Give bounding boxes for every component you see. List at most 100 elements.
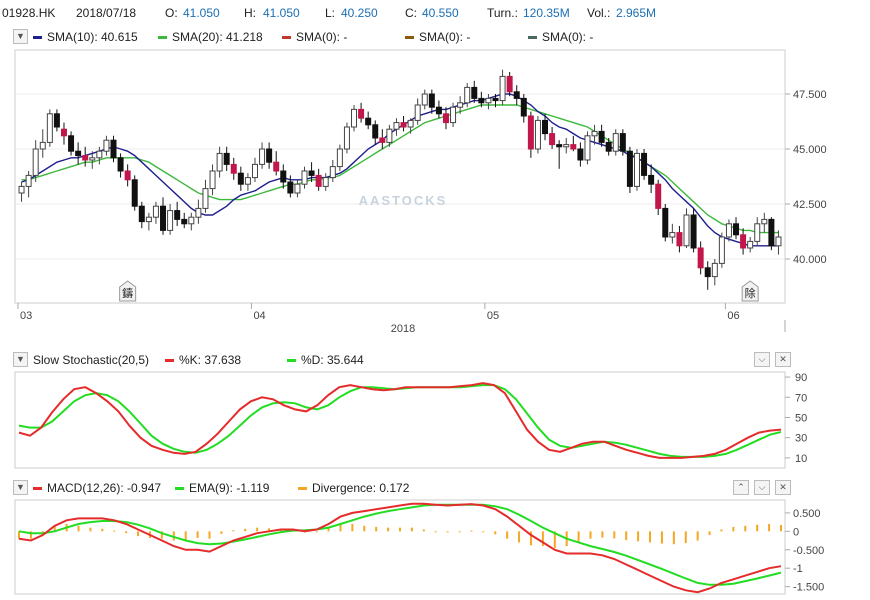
divergence-bar (351, 523, 354, 532)
candle-up (96, 150, 103, 159)
divergence-bar (208, 531, 211, 539)
macd-swatch (33, 487, 42, 491)
divergence-bar (696, 531, 699, 541)
sma0-b-swatch (405, 36, 414, 40)
divergence-bar (196, 531, 199, 538)
low-label: L: (325, 6, 336, 20)
candle-up (294, 183, 301, 194)
price-dropdown-button[interactable]: ▼ (13, 29, 28, 44)
candle-down (428, 93, 435, 108)
divergence-bar (649, 531, 652, 543)
price-ytick-label: 40.000 (793, 254, 827, 266)
candle-up (152, 205, 159, 218)
legend-macd: MACD(12,26): -0.947 (33, 481, 161, 495)
candle-down (273, 161, 280, 172)
macd-close-button[interactable]: ✕ (775, 480, 791, 495)
candle-down (513, 91, 520, 99)
divergence-bar (768, 523, 771, 532)
divergence-bar (637, 531, 640, 542)
candle-up (725, 223, 732, 238)
candle-down (174, 210, 181, 220)
candle-down (740, 234, 747, 249)
stoch-plot-area (14, 371, 786, 469)
divergence-bar (220, 531, 223, 534)
candle-down (655, 183, 662, 209)
divergence-swatch (298, 487, 307, 491)
candle-up (39, 141, 46, 150)
candle-down (577, 148, 584, 161)
candle-up (761, 218, 768, 225)
legend-sma20: SMA(20): 41.218 (158, 30, 263, 44)
candle-down (478, 97, 485, 104)
candle-down (471, 86, 478, 99)
candle-up (612, 133, 619, 152)
candle-down (287, 181, 294, 194)
candle-up (209, 170, 216, 190)
candle-up (202, 188, 209, 209)
legend-divergence: Divergence: 0.172 (298, 481, 409, 495)
close-value: 40.550 (422, 6, 459, 20)
candle-up (450, 106, 457, 124)
candle-down (53, 113, 60, 128)
candle-up (414, 104, 421, 121)
macd-dropdown-button[interactable]: ▼ (13, 480, 28, 495)
candle-up (216, 152, 223, 172)
candle-up (421, 93, 428, 106)
candle-down (358, 108, 365, 119)
stoch-title: Slow Stochastic(20,5) (33, 353, 150, 367)
candle-down (492, 97, 499, 102)
macd-collapse-button[interactable]: ⌃ (733, 480, 749, 495)
candle-up (711, 262, 718, 278)
legend-d: %D: 35.644 (287, 353, 364, 367)
k-swatch (165, 359, 174, 363)
low-value: 40.250 (341, 6, 378, 20)
candle-down (542, 119, 549, 135)
candle-down (442, 113, 449, 124)
price-ytick-label: 47.500 (793, 89, 827, 101)
candle-down (365, 117, 372, 126)
divergence-bar (410, 527, 413, 532)
volume-label: Vol.: (587, 6, 611, 20)
stoch-expand-button[interactable]: ⌵ (754, 352, 770, 367)
candle-up (336, 148, 343, 168)
candle-down (690, 214, 697, 249)
candle-up (351, 108, 358, 128)
macd-ytick-label: -1.500 (793, 582, 824, 594)
macd-ytick-label: -1 (793, 563, 803, 575)
candle-up (89, 157, 96, 161)
candle-up (188, 216, 195, 225)
price-year-label: 2018 (391, 323, 415, 335)
candle-down (570, 144, 577, 150)
macd-chart[interactable]: -1.500 -1 -0.500 0 0.500 (0, 498, 870, 598)
candle-down (266, 148, 273, 163)
stoch-dropdown-button[interactable]: ▼ (13, 352, 28, 367)
divergence-bar (660, 531, 663, 544)
candle-down (124, 170, 131, 181)
candle-down (648, 174, 655, 185)
stoch-ytick-label: 90 (795, 372, 807, 384)
candle-up (499, 75, 506, 102)
stoch-ytick-label: 30 (795, 433, 807, 445)
divergence-bar (387, 527, 390, 532)
divergence-bar (422, 529, 425, 532)
candle-up (251, 163, 258, 179)
candle-up (683, 214, 690, 247)
macd-ytick-label: -0.500 (793, 545, 824, 557)
price-chart[interactable]: 40.000 42.500 45.000 47.500 AASTOCKS 03 04 05 06… (0, 45, 870, 345)
price-xtick-label: 04 (253, 310, 265, 322)
stoch-close-button[interactable]: ✕ (775, 352, 791, 367)
open-label: O: (165, 6, 178, 20)
candle-up (407, 119, 414, 128)
candle-down (68, 135, 75, 152)
price-xtick-label: 05 (487, 310, 499, 322)
candle-up (464, 86, 471, 104)
divergence-bar (577, 531, 580, 543)
open-value: 41.050 (183, 6, 220, 20)
stochastic-chart[interactable]: 10 30 50 70 90 (0, 370, 870, 472)
macd-plot-area (14, 499, 786, 595)
candle-up (386, 128, 393, 143)
ema-swatch (175, 487, 184, 491)
macd-expand-button[interactable]: ⌵ (754, 480, 770, 495)
divergence-bar (732, 526, 735, 532)
divergence-bar (18, 531, 20, 539)
